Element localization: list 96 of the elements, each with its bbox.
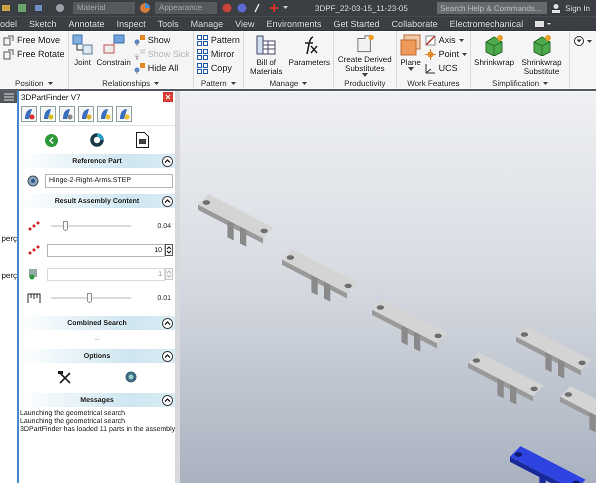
- document-icon[interactable]: [136, 132, 149, 148]
- plane-icon: [400, 34, 422, 56]
- collapse-icon[interactable]: [162, 394, 173, 406]
- collapse-icon[interactable]: [162, 196, 173, 206]
- ribbon-button[interactable]: Parameters: [288, 33, 330, 77]
- search-tool-icon[interactable]: [78, 106, 94, 122]
- ribbon-button[interactable]: Point: [424, 48, 468, 60]
- tree-item[interactable]: perç: [1, 271, 17, 280]
- ribbon-group-label[interactable]: Work Features: [400, 77, 468, 89]
- ribbon-button[interactable]: Shrinkwrap Substitute: [517, 33, 566, 77]
- slider[interactable]: [51, 221, 131, 231]
- ribbon-button[interactable]: Mirror: [196, 48, 240, 60]
- ribbon-tab[interactable]: Inspect: [116, 19, 146, 29]
- slider[interactable]: [51, 293, 131, 303]
- constraint-icon: [134, 62, 145, 74]
- ribbon-group-label[interactable]: Pattern: [196, 77, 240, 89]
- ribbon-group-label[interactable]: Position: [3, 77, 65, 89]
- ribbon-button[interactable]: Free Rotate: [3, 48, 65, 60]
- appearance-tools-drawing[interactable]: [222, 3, 288, 13]
- ribbon-tab[interactable]: Collaborate: [392, 19, 438, 29]
- caret-icon: [302, 82, 308, 84]
- pattern-icon: [196, 48, 208, 60]
- axis-icon: [424, 34, 436, 46]
- search-tool-icon[interactable]: [59, 106, 75, 122]
- ribbon-tab[interactable]: Tools: [158, 19, 179, 29]
- collapse-icon[interactable]: [162, 156, 173, 166]
- pattern-icon: [196, 62, 208, 74]
- dropdown-icon[interactable]: [573, 36, 593, 46]
- ribbon-tab[interactable]: Get Started: [334, 19, 380, 29]
- caret-icon: [48, 82, 52, 84]
- move-icon: [3, 48, 14, 60]
- points-icon: [27, 244, 41, 256]
- move-icon: [3, 34, 14, 46]
- search-tool-icon[interactable]: [116, 106, 132, 122]
- ribbon-group-label[interactable]: Simplification: [474, 77, 566, 89]
- ribbon-tab[interactable]: View: [235, 19, 254, 29]
- pattern-icon: [196, 34, 208, 46]
- ribbon-button[interactable]: Plane: [400, 33, 422, 77]
- sign-in-link[interactable]: Sign In: [565, 4, 590, 12]
- search-tool-icon[interactable]: [97, 106, 113, 122]
- ribbon-button[interactable]: Create Derived Substitutes: [336, 33, 393, 77]
- window-title: 3DPF_22-03-15_11-23-05: [315, 4, 408, 12]
- ribbon-button[interactable]: Hide All: [134, 62, 190, 74]
- bracket-part[interactable]: [282, 249, 358, 302]
- ribbon-button[interactable]: Axis: [424, 34, 468, 46]
- ribbon-button[interactable]: Shrinkwrap: [474, 33, 514, 77]
- ribbon-tab[interactable]: Environments: [266, 19, 322, 29]
- ribbon-tab[interactable]: Electromechanical: [450, 19, 524, 29]
- ribbon-button[interactable]: Pattern: [196, 34, 240, 46]
- cube-icon: [530, 34, 553, 56]
- component-icon: [102, 34, 125, 56]
- tree-item[interactable]: perç: [1, 234, 17, 243]
- search-tool-icon[interactable]: [40, 106, 56, 122]
- bracket-part[interactable]: [510, 446, 586, 483]
- spin-buttons-icon[interactable]: [165, 244, 173, 256]
- ribbon-tab[interactable]: odel: [0, 19, 18, 29]
- ucs-icon: [424, 62, 436, 74]
- caret-icon: [230, 82, 236, 84]
- constraint-icon: [134, 48, 145, 60]
- video-icon[interactable]: [535, 20, 552, 28]
- panel-title: 3DPartFinder V7: [21, 92, 81, 102]
- ribbon-button[interactable]: Free Move: [3, 34, 65, 46]
- table-icon: [255, 34, 278, 56]
- ribbon-button[interactable]: UCS: [424, 62, 468, 74]
- caret-icon: [543, 82, 548, 84]
- search-field[interactable]: Search Help & Commands...: [437, 2, 548, 14]
- caret-icon: [154, 82, 160, 84]
- back-icon[interactable]: [45, 134, 58, 146]
- constraint-icon: [134, 34, 145, 46]
- color-ball-icon[interactable]: [140, 3, 150, 13]
- ribbon-group-label[interactable]: Productivity: [336, 77, 393, 89]
- component-icon: [72, 34, 94, 56]
- close-icon[interactable]: [163, 92, 173, 102]
- ribbon-group-label[interactable]: Relationships: [72, 77, 190, 89]
- ring-logo-icon[interactable]: [90, 133, 104, 147]
- ribbon-button[interactable]: Show: [134, 34, 190, 46]
- ribbon-button[interactable]: Copy: [196, 62, 240, 74]
- tools-icon[interactable]: [58, 371, 72, 385]
- collapse-icon[interactable]: [162, 350, 173, 362]
- menu-icon[interactable]: [4, 93, 14, 101]
- cube-icon: [483, 34, 506, 56]
- ribbon-button[interactable]: Bill of Materials: [246, 33, 286, 77]
- ribbon-button[interactable]: Constrain: [96, 33, 131, 77]
- tolerance-icon: [27, 292, 41, 304]
- user-icon: [552, 4, 560, 12]
- ribbon-group-label[interactable]: Manage: [246, 77, 330, 89]
- settings-icon[interactable]: [124, 371, 136, 383]
- ribbon-tab[interactable]: Annotate: [68, 19, 105, 29]
- ribbon-tab[interactable]: Sketch: [29, 19, 57, 29]
- ribbon-tab[interactable]: Manage: [190, 19, 224, 29]
- ribbon-button[interactable]: Joint: [72, 33, 94, 77]
- bracket-part[interactable]: [198, 194, 274, 247]
- collapse-icon[interactable]: [162, 318, 173, 328]
- search-tool-icon[interactable]: [21, 106, 37, 122]
- gear-icon: [27, 175, 39, 187]
- point-icon: [424, 48, 436, 60]
